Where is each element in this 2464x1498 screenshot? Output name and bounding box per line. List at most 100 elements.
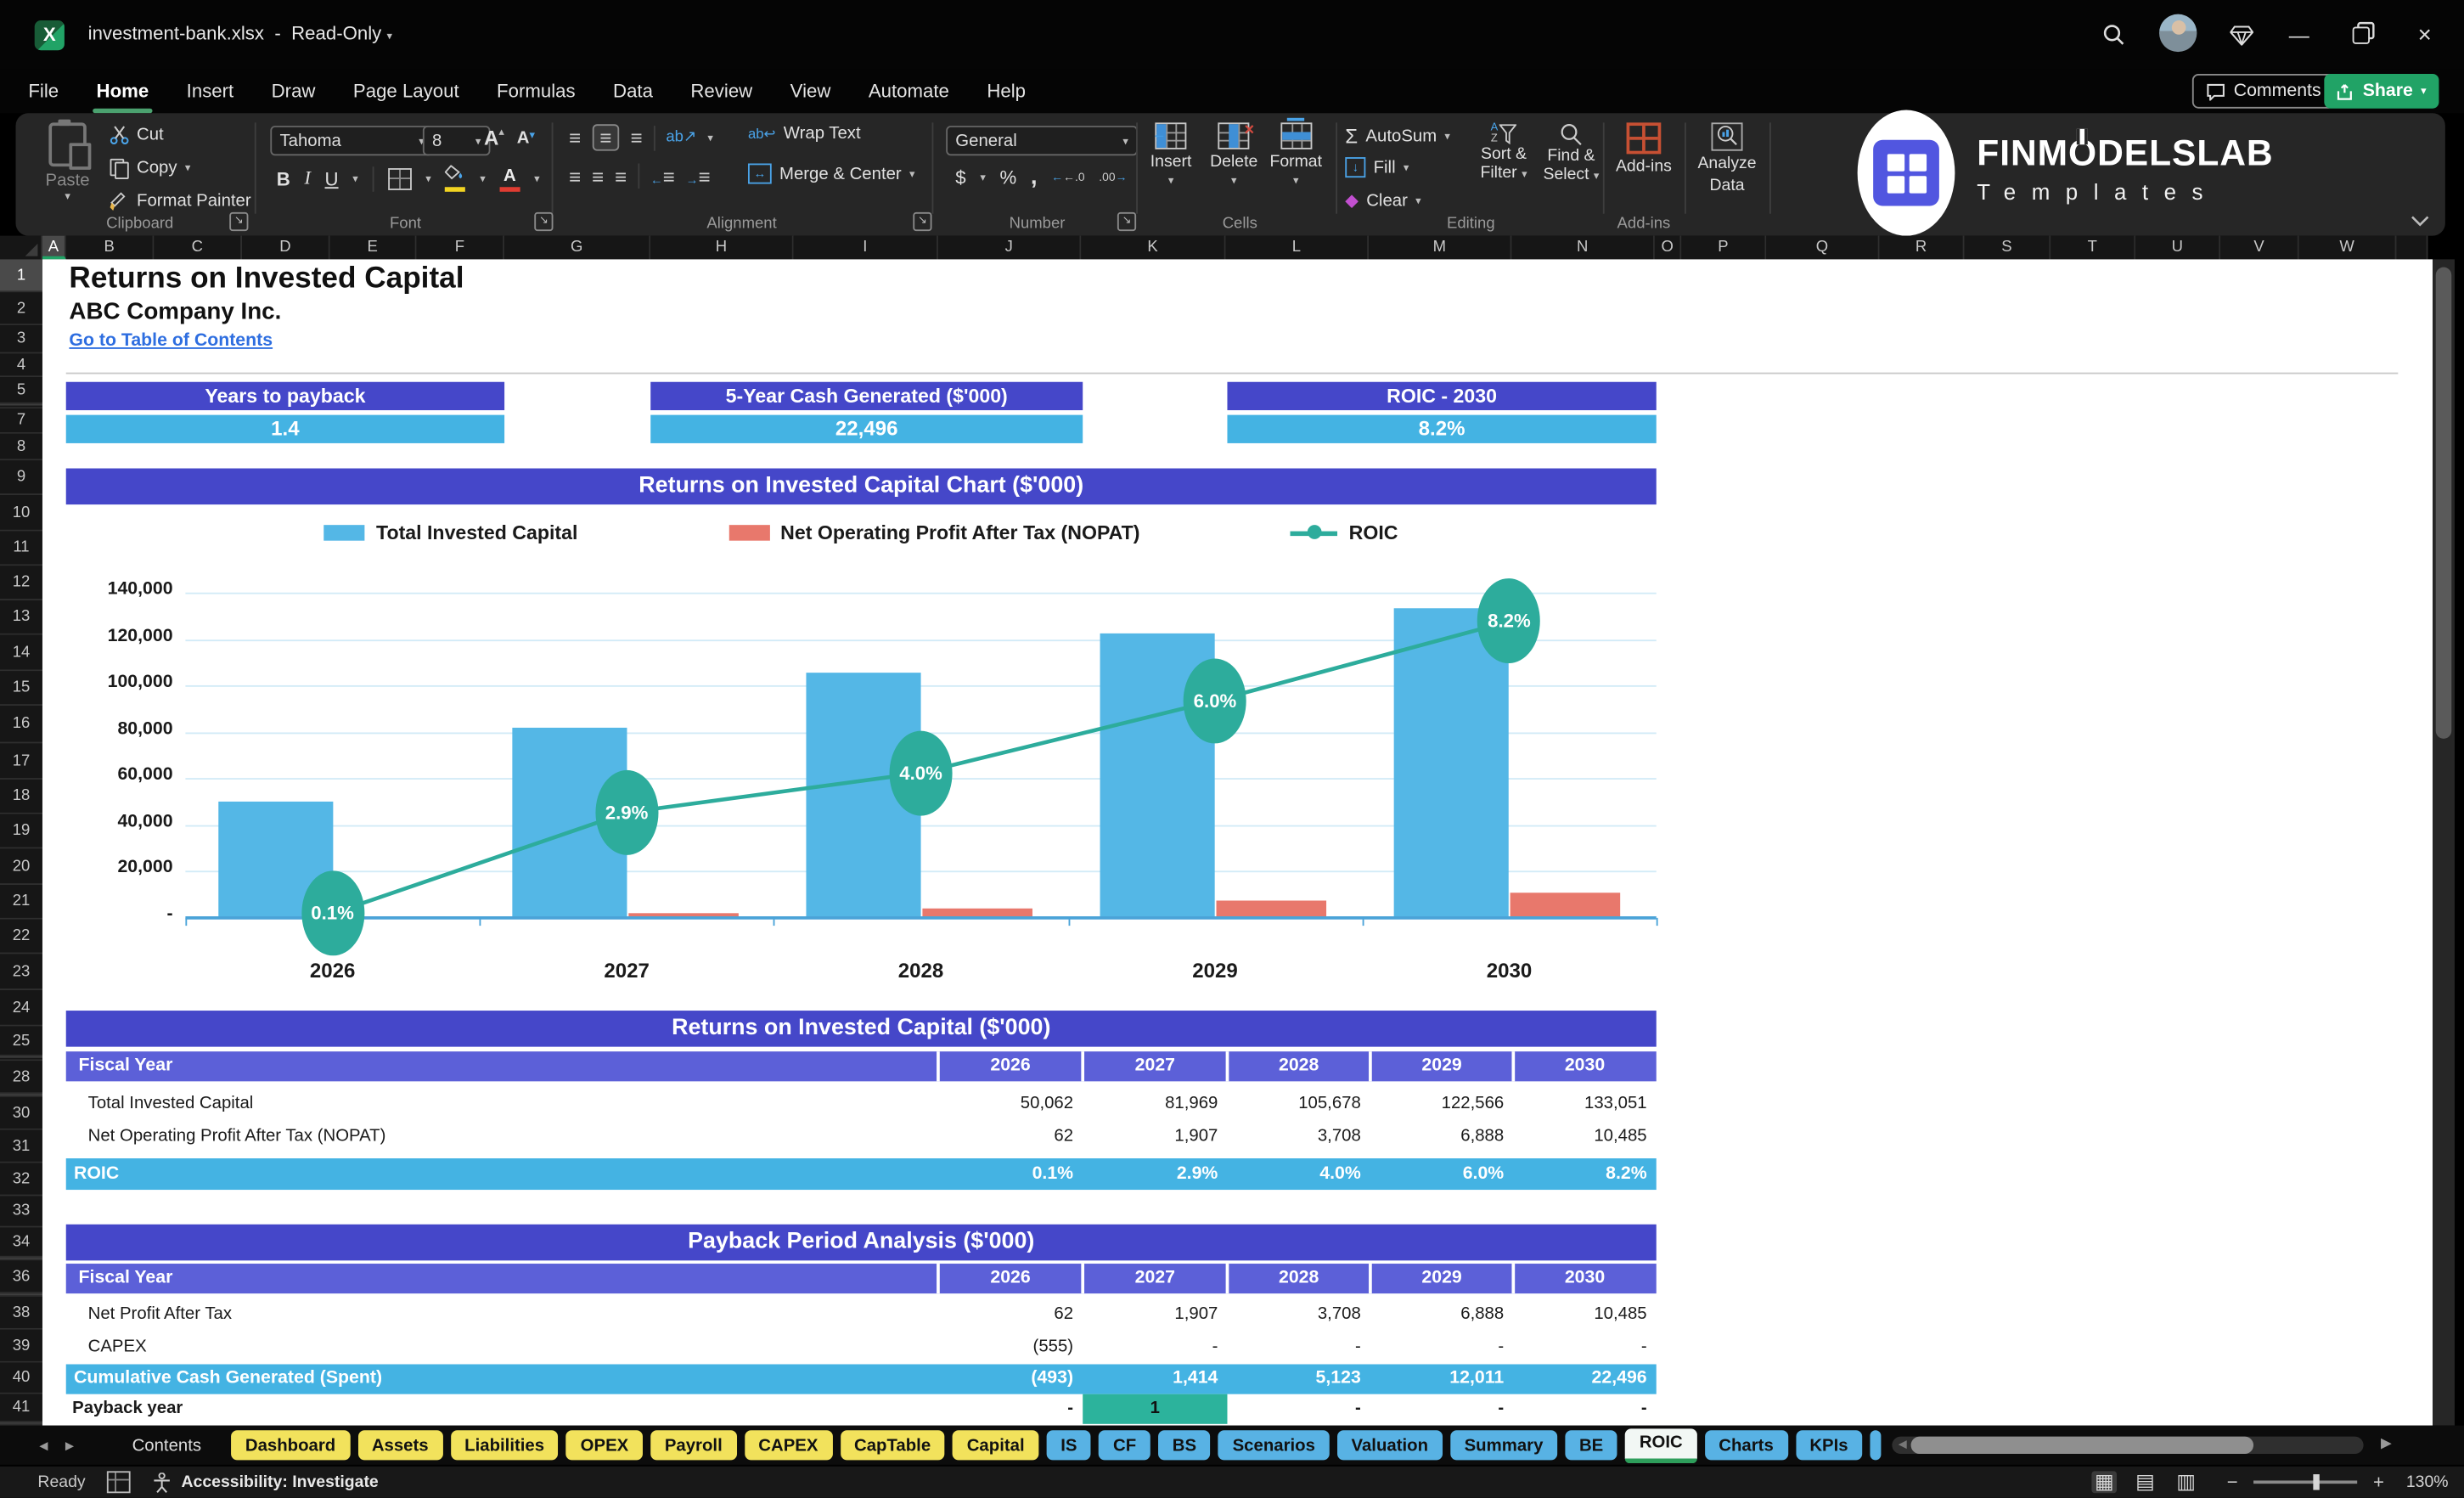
delete-cells-button[interactable]: × Delete ▾ (1210, 121, 1257, 188)
sheet-tab-partial[interactable] (1870, 1430, 1882, 1461)
year-header-2026[interactable]: 2026 (938, 1264, 1083, 1293)
premium-diamond-icon[interactable] (2224, 17, 2259, 52)
menu-tab-file[interactable]: File (28, 80, 59, 102)
copy-button[interactable]: Copy ▾ (110, 158, 190, 179)
orientation-chevron-icon[interactable]: ▾ (707, 132, 713, 144)
kpi-value-3[interactable]: 8.2% (1227, 414, 1657, 443)
row-header-15[interactable]: 15 (0, 671, 42, 707)
table-of-contents-link[interactable]: Go to Table of Contents (69, 332, 273, 351)
year-header-2029[interactable]: 2029 (1370, 1051, 1513, 1081)
sheet-tab-scenarios[interactable]: Scenarios (1218, 1430, 1330, 1461)
vertical-scrollbar[interactable] (2433, 259, 2455, 1426)
zoom-in-button[interactable]: + (2373, 1471, 2384, 1493)
row-header-33[interactable]: 33 (0, 1196, 42, 1228)
borders-button[interactable] (387, 167, 412, 190)
align-top-button[interactable]: ≡ (569, 126, 581, 149)
column-header-J[interactable]: J (937, 235, 1082, 260)
cell-value[interactable]: 6.0% (1370, 1158, 1505, 1190)
borders-chevron-icon[interactable]: ▾ (425, 172, 431, 185)
sheet-tab-valuation[interactable]: Valuation (1336, 1430, 1443, 1461)
row-label[interactable]: Total Invested Capital (88, 1088, 254, 1121)
cell-value[interactable]: 3,708 (1227, 1121, 1361, 1154)
column-header-E[interactable]: E (329, 235, 417, 260)
row-header-36[interactable]: 36 (0, 1260, 42, 1294)
column-header-D[interactable]: D (242, 235, 330, 260)
row-label[interactable]: Payback year (72, 1394, 183, 1424)
cell-value[interactable]: (493) (938, 1364, 1073, 1394)
column-header-K[interactable]: K (1081, 235, 1226, 260)
menu-tab-help[interactable]: Help (987, 80, 1026, 102)
align-middle-button[interactable]: ≡ (591, 124, 620, 151)
fill-color-chevron-icon[interactable]: ▾ (480, 172, 486, 185)
wrap-text-button[interactable]: ab↩ Wrap Text (748, 124, 861, 143)
cell-value[interactable]: 4.0% (1227, 1158, 1361, 1190)
close-button[interactable]: × (2407, 17, 2442, 52)
cell-value[interactable]: 133,051 (1513, 1088, 1647, 1121)
row-header-30[interactable]: 30 (0, 1096, 42, 1130)
menu-tab-automate[interactable]: Automate (869, 80, 949, 102)
year-header-2030[interactable]: 2030 (1513, 1264, 1656, 1293)
sheet-tab-dashboard[interactable]: Dashboard (231, 1430, 350, 1461)
font-color-button[interactable]: A (499, 166, 520, 191)
font-name-select[interactable]: Tahoma ▾ (270, 126, 434, 156)
fiscal-year-label[interactable]: Fiscal Year (79, 1269, 173, 1287)
row-header-20[interactable]: 20 (0, 848, 42, 886)
horizontal-scrollbar[interactable]: ◀ (1892, 1436, 2364, 1454)
column-header-N[interactable]: N (1511, 235, 1655, 260)
row-label[interactable]: Cumulative Cash Generated (Spent) (74, 1364, 382, 1394)
cell-value[interactable]: 1,907 (1083, 1298, 1218, 1332)
page-title[interactable]: Returns on Invested Capital (69, 262, 464, 297)
align-right-button[interactable]: ≡ (615, 164, 627, 188)
normal-view-button[interactable]: ▦ (2091, 1469, 2118, 1494)
minimize-button[interactable]: — (2281, 17, 2316, 52)
cell-value[interactable]: - (1370, 1332, 1504, 1365)
cell-value[interactable]: - (1083, 1332, 1218, 1365)
font-color-chevron-icon[interactable]: ▾ (534, 172, 540, 185)
cell-value[interactable]: - (1227, 1332, 1361, 1365)
row-label[interactable]: CAPEX (88, 1332, 147, 1365)
row-header-32[interactable]: 32 (0, 1163, 42, 1197)
year-header-2029[interactable]: 2029 (1370, 1264, 1513, 1293)
page-layout-view-button[interactable]: ▤ (2133, 1469, 2158, 1493)
cell-value[interactable]: 1,414 (1083, 1364, 1218, 1394)
percent-format-button[interactable]: % (999, 166, 1016, 188)
cell-value[interactable]: - (1227, 1394, 1361, 1424)
cell-value[interactable]: 5,123 (1227, 1364, 1361, 1394)
analyze-data-button[interactable]: Analyze Data (1690, 122, 1763, 194)
row-header-34[interactable]: 34 (0, 1227, 42, 1258)
menu-tab-home[interactable]: Home (93, 80, 153, 114)
hscroll-left-icon[interactable]: ◀ (1899, 1438, 1907, 1450)
column-header-L[interactable]: L (1225, 235, 1370, 260)
cut-button[interactable]: Cut (110, 126, 164, 144)
kpi-header-3[interactable]: ROIC - 2030 (1227, 381, 1657, 411)
cell-value[interactable]: - (1513, 1332, 1647, 1365)
avatar[interactable] (2158, 14, 2197, 53)
menu-tab-insert[interactable]: Insert (187, 80, 234, 102)
cell-value[interactable]: 10,485 (1513, 1121, 1646, 1154)
addins-button[interactable]: Add-ins (1612, 122, 1675, 176)
year-header-2027[interactable]: 2027 (1083, 1051, 1227, 1081)
row-label[interactable]: Net Operating Profit After Tax (NOPAT) (88, 1121, 386, 1154)
cell-value[interactable]: 3,708 (1227, 1298, 1361, 1332)
row-header-40[interactable]: 40 (0, 1362, 42, 1394)
page-break-view-button[interactable]: ▥ (2174, 1469, 2199, 1493)
sheet-tab-roic[interactable]: ROIC (1625, 1428, 1697, 1463)
row-header-38[interactable]: 38 (0, 1296, 42, 1330)
row-header-22[interactable]: 22 (0, 919, 42, 955)
cell-value[interactable]: 62 (938, 1298, 1073, 1332)
column-header-V[interactable]: V (2220, 235, 2299, 260)
row-header-41[interactable]: 41 (0, 1394, 42, 1422)
cell-value[interactable]: 6,888 (1370, 1121, 1504, 1154)
menu-tab-formulas[interactable]: Formulas (497, 80, 576, 102)
font-dialog-launcher[interactable]: ↘ (534, 211, 554, 232)
zoom-slider-thumb[interactable] (2313, 1474, 2321, 1490)
restore-button[interactable] (2343, 17, 2378, 52)
year-header-2026[interactable]: 2026 (938, 1051, 1083, 1081)
insert-cells-button[interactable]: ← Insert ▾ (1150, 122, 1191, 187)
year-header-2030[interactable]: 2030 (1513, 1051, 1656, 1081)
sheet-tab-captable[interactable]: CapTable (840, 1430, 945, 1461)
fill-color-button[interactable] (445, 164, 466, 192)
sheet-tab-is[interactable]: IS (1046, 1430, 1092, 1461)
row-header-7[interactable]: 7 (0, 408, 42, 434)
year-header-2028[interactable]: 2028 (1227, 1051, 1370, 1081)
